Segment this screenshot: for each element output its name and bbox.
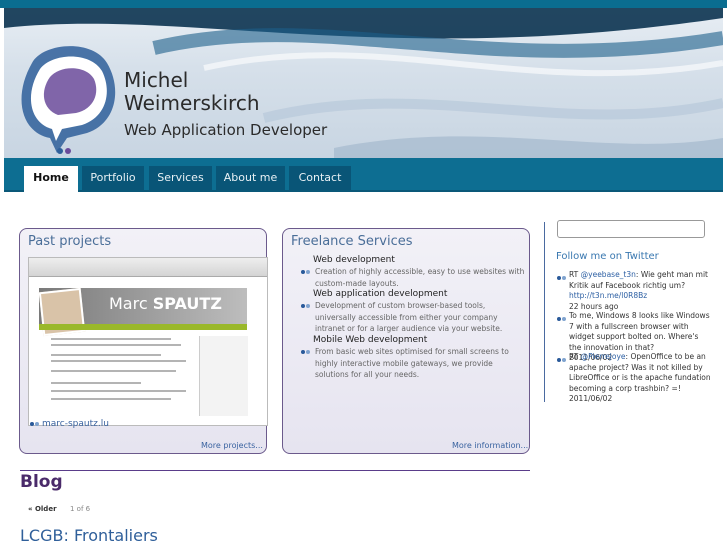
bullet-dots-icon [557,355,567,366]
site-name-first: Michel [124,68,189,92]
past-projects-title: Past projects [28,234,112,249]
bullet-dots-icon [30,419,42,429]
blog-divider [20,470,530,471]
tweet-time: 22 hours ago [569,301,619,311]
tweet-mention[interactable]: @PierreJoye [581,352,626,361]
service-title: Web application development [313,289,448,299]
screenshot-browser-chrome [29,258,267,277]
project-link-row[interactable]: marc-spautz.lu [30,419,109,429]
screenshot-sidebar [199,336,248,416]
screenshot-text-line [51,360,186,362]
nav-tab-about-me[interactable]: About me [216,166,285,190]
bullet-dots-icon [301,293,311,312]
service-description: Development of custom browser-based tool… [315,301,503,333]
freelance-services-title: Freelance Services [291,234,413,249]
bullet-dots-icon [301,259,311,278]
page-indicator: 1 of 6 [70,505,91,513]
nav-tab-portfolio[interactable]: Portfolio [82,166,144,190]
site-tagline: Web Application Developer [124,121,328,139]
service-title: Mobile Web development [313,335,428,345]
site-header: Michel Weimerskirch Web Application Deve… [4,8,723,158]
service-description: Creation of highly accessible, easy to u… [315,267,525,288]
nav-tab-services[interactable]: Services [149,166,212,190]
search-input[interactable] [557,220,705,238]
bullet-dots-icon [301,339,311,358]
screenshot-text-line [51,344,181,346]
tweet-time: 2011/06/02 [569,394,613,403]
screenshot-text-line [51,338,171,340]
bullet-dots-icon [557,314,567,325]
site-name-last: Weimerskirch [124,91,260,115]
screenshot-brand: Marc SPAUTZ [109,294,222,313]
tweet-mention[interactable]: @yeebase_t3n [581,270,636,279]
screenshot-text-line [51,354,161,356]
follow-twitter-link[interactable]: Follow me on Twitter [556,251,659,262]
sidebar-divider [544,222,545,402]
screenshot-text-line [51,398,171,400]
project-link[interactable]: marc-spautz.lu [42,419,109,429]
blog-heading: Blog [20,472,63,492]
service-title: Web development [313,255,395,265]
project-screenshot[interactable]: Marc SPAUTZ [28,257,268,426]
service-description: From basic web sites optimised for small… [315,347,509,379]
older-posts-link[interactable]: « Older [28,505,57,513]
more-projects-link[interactable]: More projects... [201,441,263,450]
screenshot-text-line [51,390,186,392]
tweet-link[interactable]: http://t3n.me/l0R8Bz [569,291,647,300]
screenshot-text-line [51,370,176,372]
bullet-dots-icon [557,273,567,284]
tweet-item: RT @yeebase_t3n: Wie geht man mit Kritik… [557,270,712,312]
screenshot-text-line [51,382,141,384]
more-information-link[interactable]: More information... [452,441,528,450]
logo-speech-bubble-icon [21,46,116,154]
top-bar [0,0,727,8]
screenshot-green-bar [39,324,247,330]
freelance-services-panel: Freelance Services Web development Creat… [282,228,530,454]
post-title-link[interactable]: LCGB: Frontaliers [20,526,158,545]
nav-tab-contact[interactable]: Contact [289,166,351,190]
past-projects-panel: Past projects Marc SPAUTZ marc-spautz.lu… [19,228,268,454]
nav-tab-home[interactable]: Home [24,166,78,192]
tweet-item: RT @PierreJoye: OpenOffice to be an apac… [557,352,712,405]
